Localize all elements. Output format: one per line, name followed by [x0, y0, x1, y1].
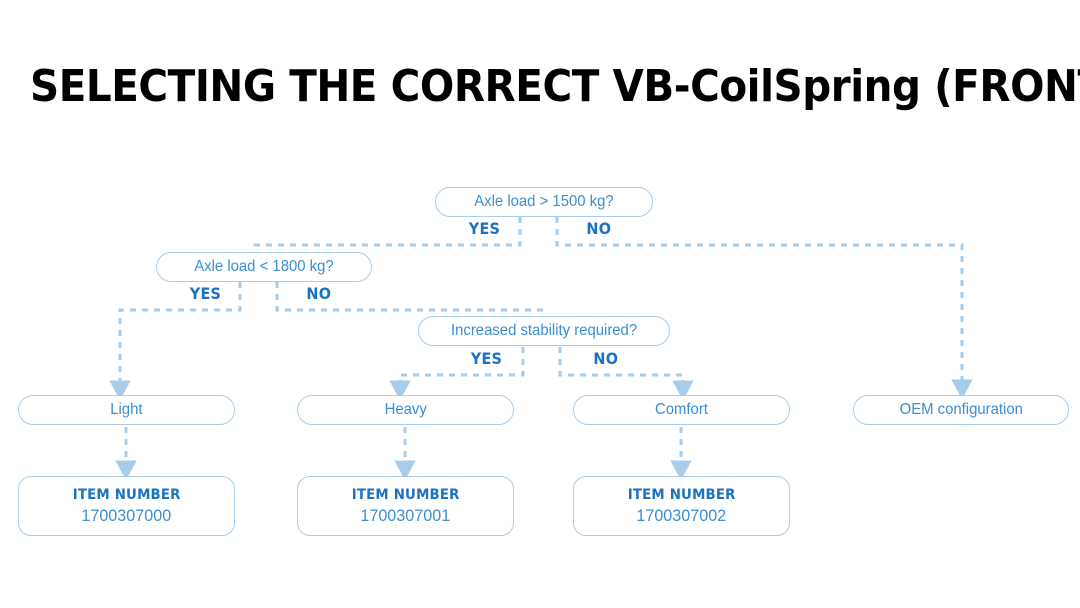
branch-label-d3-yes: YES	[470, 349, 503, 368]
item-number-value: 1700307000	[81, 505, 172, 525]
branch-label-d2-no: NO	[306, 284, 332, 303]
branch-label-d1-yes: YES	[468, 219, 501, 238]
decision-node-axle-load-1500[interactable]: Axle load > 1500 kg?	[435, 187, 653, 217]
outcome-label: Heavy	[384, 401, 427, 418]
item-number-heading: ITEM NUMBER	[351, 486, 460, 503]
outcome-label: OEM configuration	[899, 401, 1023, 418]
item-number-heading: ITEM NUMBER	[627, 486, 736, 503]
branch-label-d3-no: NO	[593, 349, 619, 368]
wire-d2-yes	[109, 282, 242, 401]
decision-label: Increased stability required?	[450, 322, 638, 339]
flowchart-canvas: SELECTING THE CORRECT VB-CoilSpring (FRO…	[0, 0, 1080, 608]
outcome-label: Light	[110, 401, 143, 418]
decision-node-increased-stability[interactable]: Increased stability required?	[418, 316, 670, 346]
item-number-value: 1700307002	[636, 505, 727, 525]
item-number-value: 1700307001	[360, 505, 451, 525]
item-number-box-heavy[interactable]: ITEM NUMBER 1700307001	[297, 476, 514, 536]
outcome-node-oem-configuration[interactable]: OEM configuration	[853, 395, 1069, 425]
page-title: SELECTING THE CORRECT VB-CoilSpring (FRO…	[30, 61, 1080, 112]
outcome-node-light[interactable]: Light	[18, 395, 235, 425]
branch-label-d2-yes: YES	[189, 284, 222, 303]
outcome-node-comfort[interactable]: Comfort	[573, 395, 790, 425]
item-number-box-comfort[interactable]: ITEM NUMBER 1700307002	[573, 476, 790, 536]
outcome-node-heavy[interactable]: Heavy	[297, 395, 514, 425]
branch-label-d1-no: NO	[586, 219, 612, 238]
wire-d3-yes	[389, 347, 525, 401]
decision-label: Axle load < 1800 kg?	[194, 258, 334, 275]
wire-d3-no	[558, 347, 694, 401]
item-number-heading: ITEM NUMBER	[72, 486, 181, 503]
item-number-box-light[interactable]: ITEM NUMBER 1700307000	[18, 476, 235, 536]
decision-node-axle-load-1800[interactable]: Axle load < 1800 kg?	[156, 252, 372, 282]
decision-label: Axle load > 1500 kg?	[474, 193, 614, 210]
outcome-label: Comfort	[655, 401, 708, 418]
